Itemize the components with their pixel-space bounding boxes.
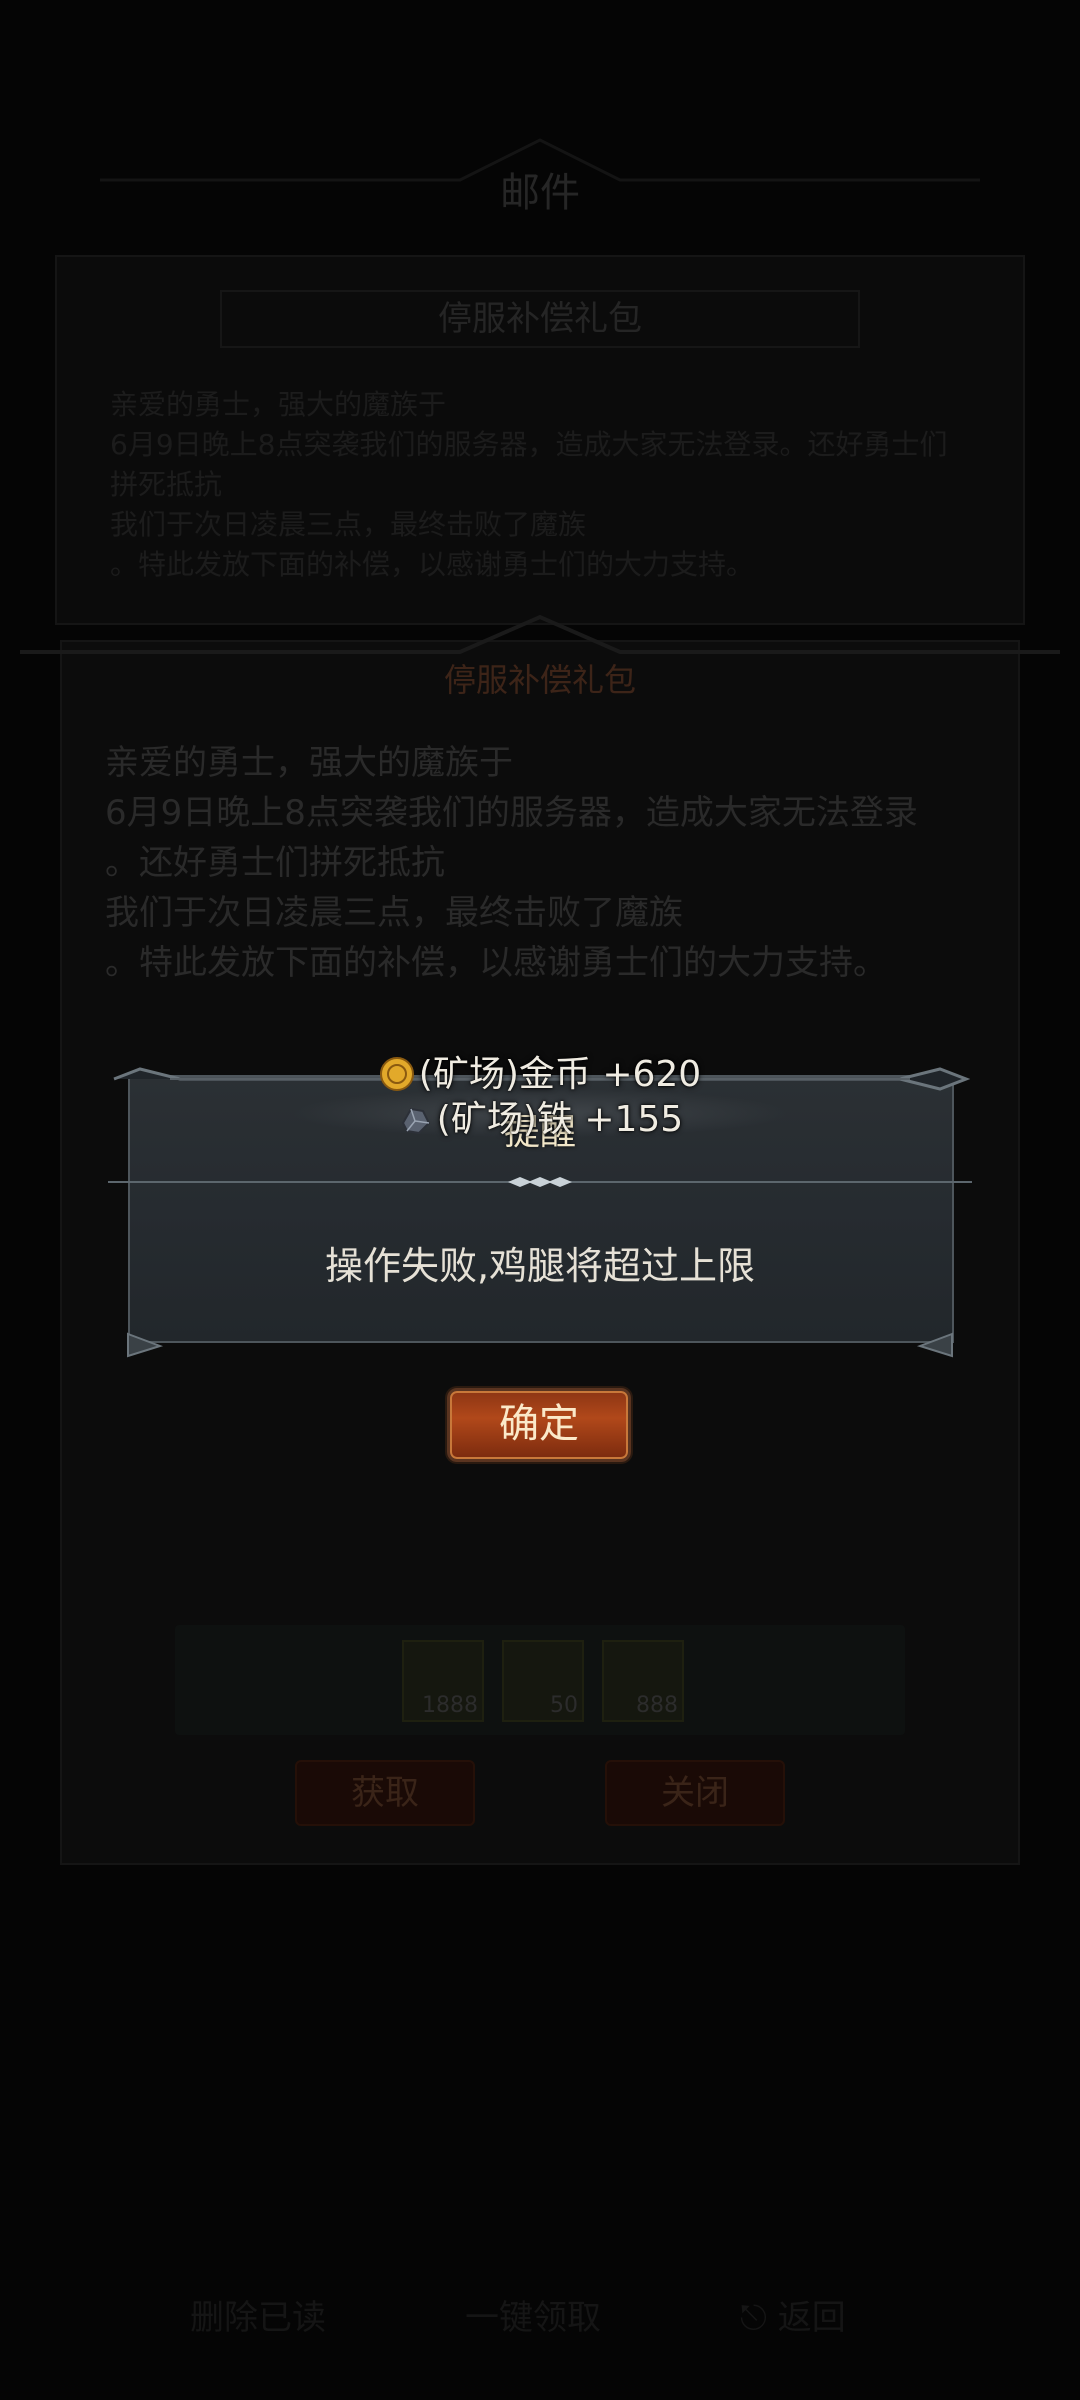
- back-button[interactable]: ⎋ 返回: [740, 2290, 846, 2339]
- mail-list-item[interactable]: 停服补偿礼包: [220, 290, 860, 348]
- mail-detail-body: 亲爱的勇士，强大的魔族于 6月9日晚上8点突袭我们的服务器，造成大家无法登录 。…: [105, 743, 918, 983]
- attachment-crystal[interactable]: 1888: [402, 1640, 484, 1722]
- get-button[interactable]: 获取: [295, 1760, 475, 1826]
- mail-list-preview: 亲爱的勇士，强大的魔族于 6月9日晚上8点突袭我们的服务器，造成大家无法登录。还…: [110, 388, 948, 581]
- exit-icon: ⎋: [740, 2298, 767, 2338]
- claim-all-button[interactable]: 一键领取: [465, 2290, 601, 2339]
- gold-coin-icon: [379, 1056, 415, 1092]
- mail-detail-title: 停服补偿礼包: [443, 661, 636, 699]
- reward-toast-iron: (矿场)铁 +155: [0, 1090, 1080, 1142]
- confirm-button[interactable]: 确定: [447, 1388, 631, 1462]
- iron-ore-icon: [397, 1101, 433, 1137]
- item-count: 888: [636, 1693, 678, 1718]
- item-count: 50: [550, 1693, 578, 1718]
- attachment-drumstick[interactable]: 50: [502, 1640, 584, 1722]
- dialog-message: 操作失败,鸡腿将超过上限: [324, 1244, 756, 1288]
- dialog-divider: [108, 1177, 972, 1187]
- dialog-bottom-ornament: [127, 1332, 953, 1358]
- item-count: 1888: [422, 1693, 478, 1718]
- delete-read-button[interactable]: 删除已读: [190, 2290, 326, 2339]
- close-button[interactable]: 关闭: [605, 1760, 785, 1826]
- mail-window-title: 邮件: [500, 170, 580, 216]
- attachment-fire-stone[interactable]: 888: [602, 1640, 684, 1722]
